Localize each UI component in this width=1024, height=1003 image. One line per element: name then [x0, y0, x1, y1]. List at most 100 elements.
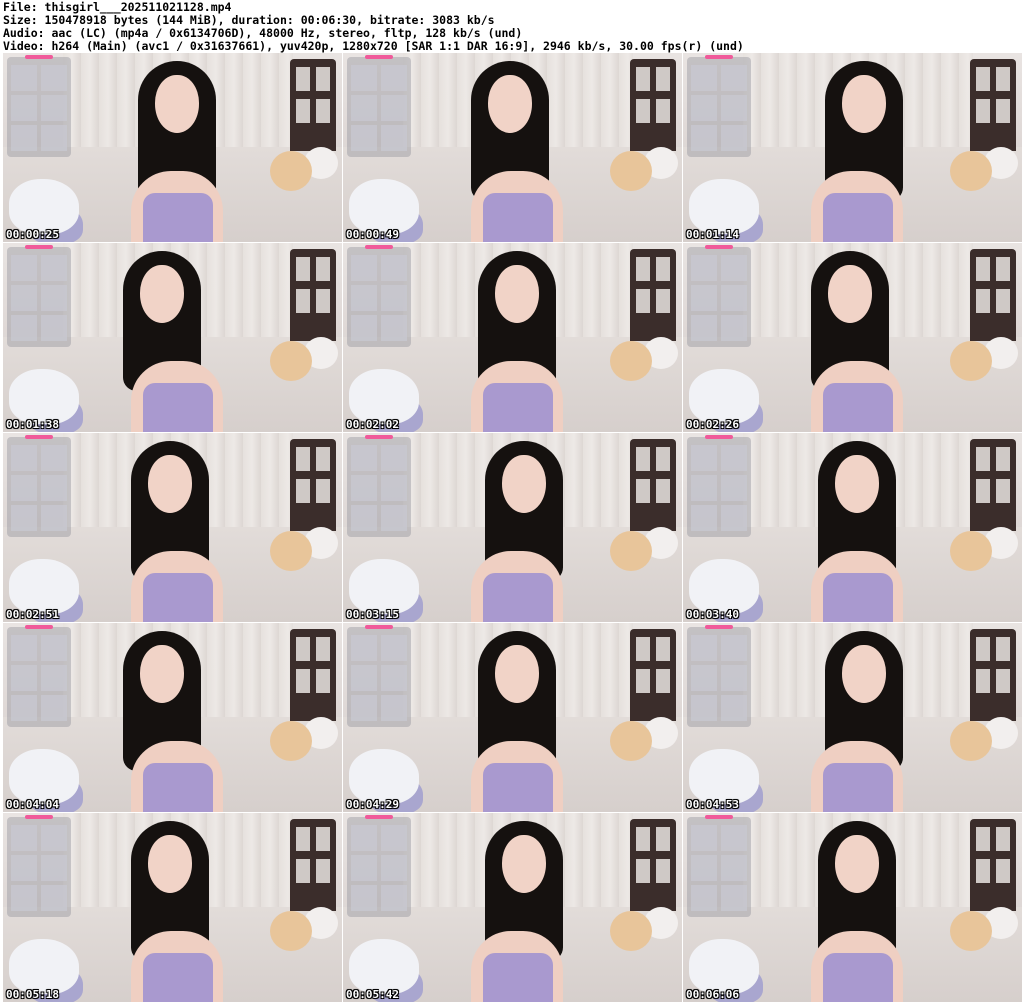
thumbnail-frame: 00:00:25 [3, 53, 342, 242]
bunny-plush [349, 179, 419, 234]
person-face [502, 835, 546, 893]
plush-toys [950, 911, 992, 951]
overlay-panel [7, 245, 71, 347]
thumbnail-frame: 00:01:38 [3, 243, 342, 432]
plush-toys [270, 721, 312, 761]
person-dress [143, 383, 213, 432]
person-face [835, 835, 879, 893]
timestamp-label: 00:05:42 [346, 988, 399, 1001]
timestamp-label: 00:00:25 [6, 228, 59, 241]
plush-toys [950, 721, 992, 761]
thumbnail-frame: 00:05:18 [3, 813, 342, 1002]
timestamp-label: 00:05:18 [6, 988, 59, 1001]
overlay-panel [7, 435, 71, 537]
person-dress [483, 953, 553, 1002]
thumbnail-frame: 00:03:15 [343, 433, 682, 622]
overlay-panel [687, 815, 751, 917]
timestamp-label: 00:02:02 [346, 418, 399, 431]
overlay-panel [347, 625, 411, 727]
plush-toys [610, 151, 652, 191]
timestamp-label: 00:02:51 [6, 608, 59, 621]
bunny-plush [349, 369, 419, 424]
bunny-plush [9, 559, 79, 614]
person-face [502, 455, 546, 513]
overlay-panel [687, 55, 751, 157]
person-face [842, 75, 886, 133]
bunny-plush [9, 179, 79, 234]
photo-shelf [630, 59, 676, 151]
photo-shelf [970, 439, 1016, 531]
person-face [488, 75, 532, 133]
overlay-panel [347, 55, 411, 157]
bunny-plush [689, 559, 759, 614]
timestamp-label: 00:03:15 [346, 608, 399, 621]
thumbnail-frame: 00:03:40 [683, 433, 1022, 622]
overlay-panel [687, 245, 751, 347]
person-dress [143, 573, 213, 622]
person-dress [823, 573, 893, 622]
thumbnail-frame: 00:00:49 [343, 53, 682, 242]
plush-toys [610, 531, 652, 571]
person-dress [483, 383, 553, 432]
thumbnail-grid: 00:00:25 00:00:49 00:01:14 00:01:38 00:0… [0, 53, 1024, 1003]
plush-toys [950, 531, 992, 571]
thumbnail-frame: 00:04:53 [683, 623, 1022, 812]
person-face [155, 75, 199, 133]
plush-toys [950, 341, 992, 381]
person-dress [143, 193, 213, 242]
thumbnail-frame: 00:06:06 [683, 813, 1022, 1002]
person-dress [143, 953, 213, 1002]
bunny-plush [349, 939, 419, 994]
person-dress [823, 953, 893, 1002]
person-dress [823, 383, 893, 432]
thumbnail-frame: 00:01:14 [683, 53, 1022, 242]
plush-toys [270, 341, 312, 381]
timestamp-label: 00:01:14 [686, 228, 739, 241]
person-dress [483, 193, 553, 242]
bunny-plush [9, 939, 79, 994]
person-dress [483, 763, 553, 812]
photo-shelf [290, 819, 336, 911]
thumbnail-frame: 00:02:02 [343, 243, 682, 432]
person-dress [823, 193, 893, 242]
photo-shelf [970, 249, 1016, 341]
person-face [140, 265, 184, 323]
person-face [148, 455, 192, 513]
overlay-panel [347, 435, 411, 537]
overlay-panel [7, 625, 71, 727]
bunny-plush [689, 749, 759, 804]
plush-toys [270, 531, 312, 571]
thumbnail-frame: 00:04:29 [343, 623, 682, 812]
bunny-plush [9, 369, 79, 424]
plush-toys [950, 151, 992, 191]
video-info-header: File: thisgirl___202511021128.mp4 Size: … [0, 0, 1024, 53]
photo-shelf [290, 439, 336, 531]
thumbnail-frame: 00:04:04 [3, 623, 342, 812]
person-face [495, 265, 539, 323]
person-face [842, 645, 886, 703]
thumbnail-frame: 00:02:51 [3, 433, 342, 622]
timestamp-label: 00:04:04 [6, 798, 59, 811]
timestamp-label: 00:04:29 [346, 798, 399, 811]
plush-toys [610, 341, 652, 381]
photo-shelf [290, 59, 336, 151]
person-dress [143, 763, 213, 812]
timestamp-label: 00:01:38 [6, 418, 59, 431]
person-face [140, 645, 184, 703]
thumbnail-frame: 00:02:26 [683, 243, 1022, 432]
overlay-panel [7, 55, 71, 157]
photo-shelf [970, 819, 1016, 911]
photo-shelf [630, 819, 676, 911]
person-dress [823, 763, 893, 812]
overlay-panel [687, 625, 751, 727]
plush-toys [270, 151, 312, 191]
photo-shelf [630, 629, 676, 721]
photo-shelf [290, 249, 336, 341]
timestamp-label: 00:04:53 [686, 798, 739, 811]
overlay-panel [687, 435, 751, 537]
video-stream-line: Video: h264 (Main) (avc1 / 0x31637661), … [3, 39, 744, 53]
timestamp-label: 00:03:40 [686, 608, 739, 621]
person-face [835, 455, 879, 513]
person-face [828, 265, 872, 323]
photo-shelf [970, 629, 1016, 721]
